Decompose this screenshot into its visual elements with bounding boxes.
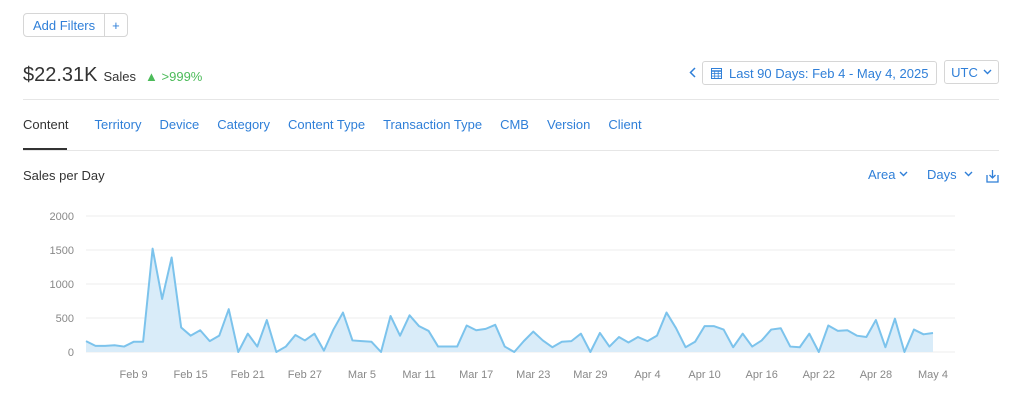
x-tick-label: Apr 16 [745,369,777,381]
tab-transaction-type[interactable]: Transaction Type [383,117,482,132]
x-tick-label: Mar 11 [402,369,435,381]
calendar-icon [711,67,722,79]
tab-territory[interactable]: Territory [95,117,142,132]
header-divider [23,99,999,100]
timezone-select[interactable]: UTC [944,60,999,84]
y-axis-labels: 0 500 1000 1500 2000 [50,211,74,359]
x-tick-label: Apr 10 [688,369,720,381]
tab-content-type[interactable]: Content Type [288,117,365,132]
dimension-tabs: Content Territory Device Category Conten… [23,117,660,132]
sales-summary: $22.31K Sales ▲ >999% [23,64,202,87]
tab-version[interactable]: Version [547,117,590,132]
download-icon[interactable] [986,169,999,188]
x-tick-label: Mar 23 [516,369,550,381]
tab-cmb[interactable]: CMB [500,117,529,132]
tab-device[interactable]: Device [160,117,200,132]
tab-content[interactable]: Content [23,117,69,132]
sales-total: $22.31K [23,64,98,86]
x-tick-label: Mar 5 [348,369,376,381]
series-line [85,247,934,353]
tab-client[interactable]: Client [608,117,641,132]
chevron-down-icon [899,169,908,180]
chart-title: Sales per Day [23,168,105,183]
y-tick-label: 500 [56,313,74,325]
chart-type-label: Area [868,167,896,182]
y-tick-label: 2000 [50,211,74,223]
sales-chart: 0 500 1000 1500 2000 Feb 9 Feb 15 Feb 21 Feb 27… [50,211,955,381]
x-axis-labels: Feb 9 Feb 15 Feb 21 Feb 27 Mar 5 Mar 11 Mar 17… [120,369,948,381]
date-range-button[interactable]: Last 90 Days: Feb 4 - May 4, 2025 [702,61,938,85]
series-area [86,248,933,352]
chevron-left-icon[interactable] [689,66,696,81]
y-tick-label: 0 [68,347,74,359]
add-filters-button[interactable]: Add Filters [24,14,104,36]
interval-select[interactable]: Days [927,167,973,182]
x-tick-label: Apr 4 [634,369,660,381]
x-tick-label: Feb 9 [120,369,148,381]
chart-grid [86,215,955,353]
y-tick-label: 1000 [50,279,74,291]
sales-label: Sales [103,69,137,84]
chevron-down-icon [964,169,973,180]
chart-type-select[interactable]: Area [868,167,908,182]
sales-change-badge: ▲ >999% [145,69,203,84]
timezone-label: UTC [951,64,978,80]
filter-button-group: Add Filters + [23,13,128,37]
chevron-down-icon [983,67,992,78]
tab-category[interactable]: Category [217,117,270,132]
date-range-label: Last 90 Days: Feb 4 - May 4, 2025 [729,65,929,81]
x-tick-label: Feb 15 [174,369,208,381]
x-tick-label: May 4 [918,369,948,381]
x-tick-label: Mar 17 [459,369,493,381]
add-filter-plus-button[interactable]: + [104,14,127,36]
x-tick-label: Apr 28 [860,369,892,381]
x-tick-label: Feb 21 [231,369,265,381]
date-range-nav: Last 90 Days: Feb 4 - May 4, 2025 [689,61,938,85]
x-tick-label: Apr 22 [803,369,835,381]
tabs-divider [23,150,999,151]
x-tick-label: Mar 29 [573,369,607,381]
y-tick-label: 1500 [50,245,74,257]
x-tick-label: Feb 27 [288,369,322,381]
interval-label: Days [927,167,957,182]
